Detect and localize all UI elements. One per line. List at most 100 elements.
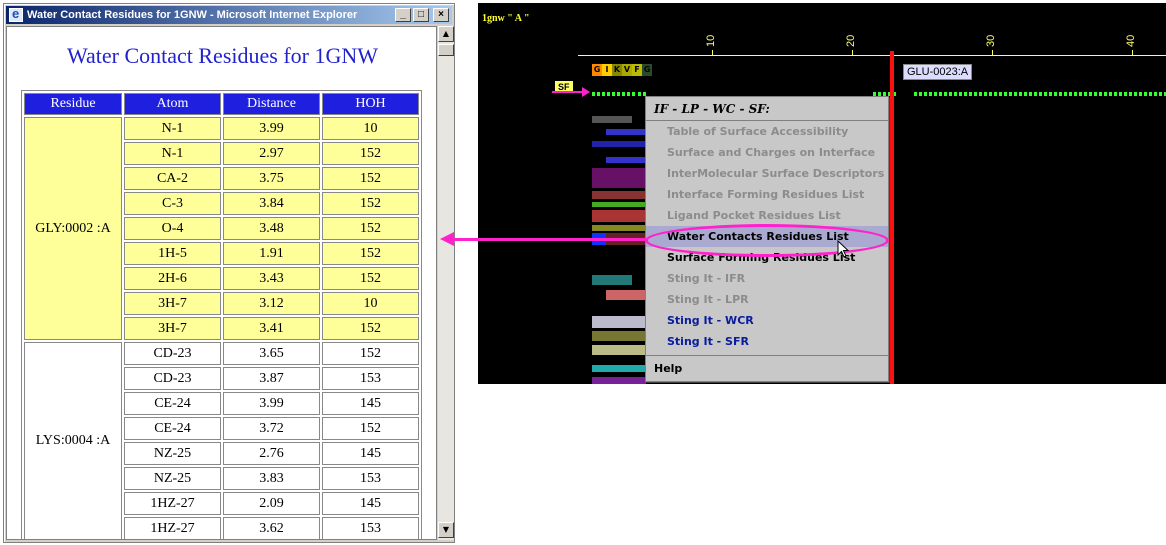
distance-cell: 3.65	[223, 342, 320, 365]
distance-cell: 3.99	[223, 392, 320, 415]
position-marker-line[interactable]	[890, 51, 894, 384]
sequence-letter[interactable]: G	[592, 64, 602, 76]
track-block	[592, 225, 646, 231]
distance-cell: 3.83	[223, 467, 320, 490]
sequence-letter[interactable]: F	[632, 64, 642, 76]
ruler-tick-label: 10	[705, 34, 717, 47]
column-header-residue: Residue	[24, 93, 122, 115]
sequence-letter[interactable]: K	[612, 64, 622, 76]
menu-separator	[646, 355, 888, 356]
mouse-pointer-icon	[837, 240, 849, 258]
menu-item-surface-and-charges-on-interface[interactable]: Surface and Charges on Interface	[646, 142, 888, 163]
column-header-distance: Distance	[223, 93, 320, 115]
atom-cell: N-1	[124, 142, 221, 165]
distance-cell: 3.87	[223, 367, 320, 390]
distance-cell: 3.41	[223, 317, 320, 340]
residue-tooltip: GLU-0023:A	[903, 64, 973, 80]
page-title: Water Contact Residues for 1GNW	[66, 43, 379, 68]
table-header-row: Residue Atom Distance HOH	[24, 93, 419, 115]
atom-cell: 1HZ-27	[124, 492, 221, 515]
atom-cell: CD-23	[124, 367, 221, 390]
distance-cell: 3.43	[223, 267, 320, 290]
atom-cell: NZ-25	[124, 467, 221, 490]
viewer-title: 1gnw " A "	[482, 13, 530, 24]
track-block	[592, 345, 646, 355]
ruler-tick-mark	[852, 50, 853, 56]
atom-cell: 3H-7	[124, 317, 221, 340]
menu-item-sting-it-wcr[interactable]: Sting It - WCR	[646, 310, 888, 331]
hoh-cell: 145	[322, 392, 419, 415]
menu-item-sting-it-lpr[interactable]: Sting It - LPR	[646, 289, 888, 310]
maximize-button[interactable]: □	[413, 8, 429, 22]
scroll-down-arrow-icon[interactable]: ▼	[438, 522, 454, 538]
hoh-cell: 152	[322, 267, 419, 290]
ruler-tick-mark	[992, 50, 993, 56]
scroll-thumb[interactable]	[438, 44, 454, 56]
table-row: GLY:0002 :A N-1 3.99 10	[24, 117, 419, 340]
menu-item-sting-it-sfr[interactable]: Sting It - SFR	[646, 331, 888, 352]
hoh-cell: 153	[322, 517, 419, 539]
hoh-cell: 153	[322, 367, 419, 390]
close-button[interactable]: ×	[433, 8, 449, 22]
ruler-tick-label: 30	[985, 34, 997, 47]
window-titlebar[interactable]: Water Contact Residues for 1GNW - Micros…	[6, 6, 452, 24]
atom-cell: C-3	[124, 192, 221, 215]
menu-item-intermolecular-surface-descriptors[interactable]: InterMolecular Surface Descriptors	[646, 163, 888, 184]
track-block	[592, 191, 646, 199]
distance-cell: 2.09	[223, 492, 320, 515]
ruler-tick-label: 40	[1125, 34, 1137, 47]
atom-cell: 2H-6	[124, 267, 221, 290]
track-block	[592, 210, 646, 222]
track-block	[592, 377, 646, 384]
atom-cell: CE-24	[124, 417, 221, 440]
scroll-up-arrow-icon[interactable]: ▲	[438, 26, 454, 42]
track-block	[592, 316, 646, 328]
menu-item-help[interactable]: Help	[646, 358, 888, 379]
vertical-scrollbar[interactable]: ▲ ▼	[438, 26, 454, 540]
distance-cell: 2.97	[223, 142, 320, 165]
menu-item-ligand-pocket-residues-list[interactable]: Ligand Pocket Residues List	[646, 205, 888, 226]
hoh-cell: 152	[322, 342, 419, 365]
track-block	[592, 202, 646, 207]
sequence-letter[interactable]: I	[602, 64, 612, 76]
distance-cell: 3.48	[223, 217, 320, 240]
sequence-letter[interactable]: G	[642, 64, 652, 76]
ruler-line	[578, 55, 1166, 56]
water-contacts-table: Residue Atom Distance HOH GLY:0002 :A N-1…	[21, 90, 422, 539]
sf-track-wave	[914, 92, 1166, 96]
atom-cell: N-1	[124, 117, 221, 140]
hoh-cell: 152	[322, 217, 419, 240]
distance-cell: 3.99	[223, 117, 320, 140]
sf-track-wave	[592, 92, 637, 96]
hoh-cell: 152	[322, 317, 419, 340]
atom-cell: 1HZ-27	[124, 517, 221, 539]
menu-item-interface-forming-residues-list[interactable]: Interface Forming Residues List	[646, 184, 888, 205]
distance-cell: 2.76	[223, 442, 320, 465]
column-header-hoh: HOH	[322, 93, 419, 115]
atom-cell: O-4	[124, 217, 221, 240]
hoh-cell: 152	[322, 242, 419, 265]
hoh-cell: 145	[322, 492, 419, 515]
page-content: Water Contact Residues for 1GNW Residue …	[6, 26, 437, 540]
ruler-tick-mark	[712, 50, 713, 56]
track-block	[592, 116, 632, 123]
distance-cell: 1.91	[223, 242, 320, 265]
distance-cell: 3.72	[223, 417, 320, 440]
distance-cell: 3.75	[223, 167, 320, 190]
menu-item-sting-it-ifr[interactable]: Sting It - IFR	[646, 268, 888, 289]
hoh-cell: 152	[322, 192, 419, 215]
menu-item-table-of-surface-accessibility[interactable]: Table of Surface Accessibility	[646, 121, 888, 142]
hoh-cell: 10	[322, 117, 419, 140]
track-block	[606, 290, 646, 300]
hoh-cell: 152	[322, 142, 419, 165]
sequence-letter[interactable]: V	[622, 64, 632, 76]
distance-cell: 3.12	[223, 292, 320, 315]
hoh-cell: 152	[322, 417, 419, 440]
minimize-button[interactable]: _	[395, 8, 411, 22]
track-block	[592, 168, 646, 188]
track-block	[592, 275, 632, 285]
annotation-arrow-icon	[440, 232, 646, 246]
window-title: Water Contact Residues for 1GNW - Micros…	[27, 9, 358, 21]
annotation-arrow-icon	[552, 87, 590, 97]
context-menu-header: IF - LP - WC - SF:	[646, 97, 888, 121]
